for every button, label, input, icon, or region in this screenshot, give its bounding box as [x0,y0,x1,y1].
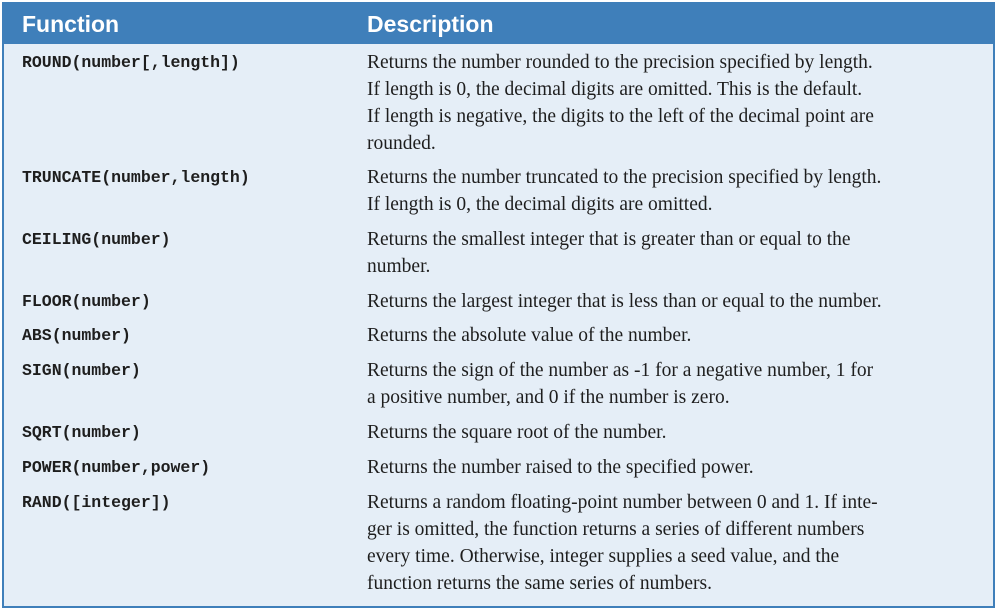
function-description: Returns the number truncated to the prec… [367,167,882,215]
function-description: Returns the largest integer that is less… [367,291,882,312]
function-name: SIGN(number) [22,361,141,380]
function-name: CEILING(number) [22,230,171,249]
function-description: Returns the square root of the number. [367,422,667,443]
function-name: SQRT(number) [22,423,141,442]
function-description: Returns the absolute value of the number… [367,325,692,346]
function-description: Returns the smallest integer that is gre… [367,229,851,277]
header-description: Description [367,11,494,37]
function-name: TRUNCATE(number,length) [22,168,250,187]
table-header: Function Description [4,4,993,44]
function-name: ABS(number) [22,326,131,345]
function-table: Function Description ROUND(number[,lengt… [2,2,995,608]
function-name: POWER(number,power) [22,458,211,477]
function-description: Returns the sign of the number as -1 for… [367,360,874,408]
function-name: ROUND(number[,length]) [22,53,240,72]
function-description: Returns a random floating-point number b… [367,492,878,594]
function-description: Returns the number raised to the specifi… [367,457,754,478]
header-function: Function [22,11,120,37]
function-description: Returns the number rounded to the precis… [367,52,874,154]
function-name: RAND([integer]) [22,493,171,512]
function-name: FLOOR(number) [22,292,151,311]
